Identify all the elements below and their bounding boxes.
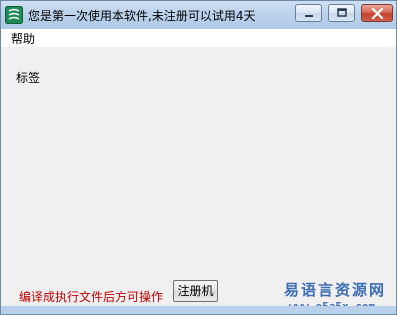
- app-icon: [5, 6, 23, 24]
- minimize-button[interactable]: [295, 4, 322, 22]
- minimize-icon: [305, 15, 313, 17]
- app-window: 您是第一次使用本软件,未注册可以试用4天 帮助 标签 编译成执行文件后方可操作 …: [0, 0, 397, 315]
- maximize-icon: [337, 8, 347, 17]
- register-button[interactable]: 注册机: [173, 280, 218, 302]
- warning-text: 编译成执行文件后方可操作: [19, 290, 164, 304]
- close-button[interactable]: [361, 4, 393, 22]
- title-bar[interactable]: 您是第一次使用本软件,未注册可以试用4天: [1, 1, 396, 29]
- watermark-title: 易语言资源网: [284, 281, 387, 299]
- window-title: 您是第一次使用本软件,未注册可以试用4天: [28, 9, 256, 23]
- menu-bar: 帮助: [1, 29, 396, 47]
- close-icon: [371, 7, 384, 20]
- window-border-bottom: [1, 306, 396, 314]
- maximize-button[interactable]: [328, 4, 355, 22]
- client-area: 标签 编译成执行文件后方可操作 注册机 易语言资源网 www.e5a5x.com: [1, 47, 396, 313]
- menu-help[interactable]: 帮助: [11, 30, 35, 47]
- label-control: 标签: [16, 71, 41, 85]
